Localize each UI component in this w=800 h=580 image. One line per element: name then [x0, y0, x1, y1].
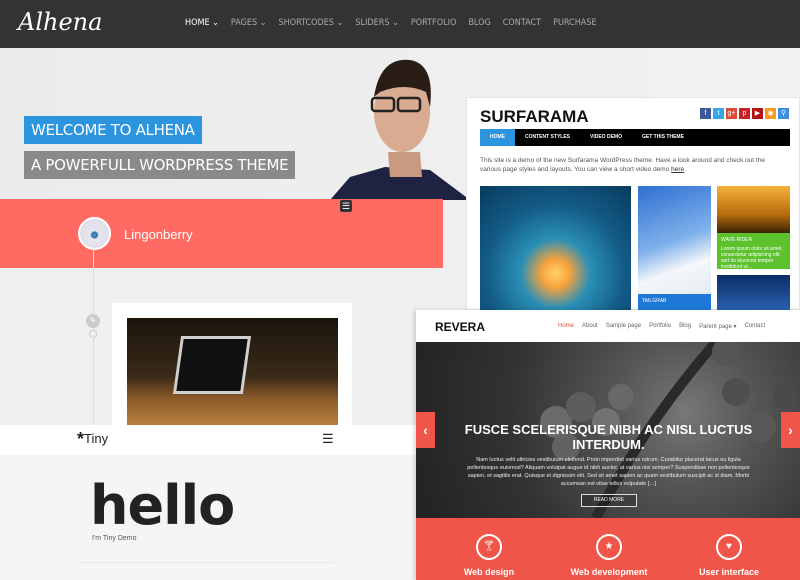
- wave-rider-title: WAVE RIDER: [721, 237, 753, 243]
- hamburger-icon[interactable]: ☰: [322, 431, 334, 447]
- nav-blog[interactable]: BLOG: [468, 18, 490, 28]
- tailgrab-caption[interactable]: TAILGRAB: [638, 294, 711, 311]
- surfarama-preview[interactable]: SURFARAMA f t g+ p ▶ ◉ ⚲ HOME CONTENT ST…: [466, 97, 800, 311]
- skater-image[interactable]: [717, 275, 790, 311]
- hero-person-image: [330, 59, 470, 200]
- welcome-banner: WELCOME TO ALHENA: [24, 116, 202, 144]
- nav-pages[interactable]: PAGES ⌄: [231, 18, 267, 28]
- surf-nav-content-styles[interactable]: CONTENT STYLES: [515, 129, 580, 146]
- slide-text: Nam luctus velit ultricies vestibulum el…: [467, 457, 750, 487]
- intro-text: This site is a demo of the new Surfarama…: [480, 157, 765, 173]
- tiny-logo-text: Tiny: [84, 431, 109, 446]
- menu-icon[interactable]: ☰: [340, 200, 352, 212]
- revera-nav-home[interactable]: Home: [558, 323, 574, 330]
- facebook-icon[interactable]: f: [700, 108, 711, 119]
- lingonberry-header: [0, 199, 443, 268]
- read-more-button[interactable]: READ MORE: [581, 494, 637, 507]
- star-icon: ★: [596, 534, 622, 560]
- revera-nav-contact[interactable]: Contact: [744, 323, 765, 330]
- search-icon[interactable]: ⚲: [778, 108, 789, 119]
- feature-label: User interface: [698, 567, 760, 577]
- revera-preview[interactable]: REVERA Home About Sample page Portfolio …: [416, 310, 800, 580]
- revera-nav-portfolio[interactable]: Portfolio: [649, 323, 671, 330]
- lingonberry-title[interactable]: Lingonberry: [124, 227, 193, 242]
- revera-nav-blog[interactable]: Blog: [679, 323, 691, 330]
- revera-slider: ‹ › FUSCE SCELERISQUE NIBH AC NISL LUCTU…: [416, 342, 800, 518]
- laptop-image[interactable]: [127, 318, 338, 425]
- feature-user-interface[interactable]: ♥ User interface: [674, 534, 784, 577]
- feature-label: Web design: [463, 567, 515, 577]
- feature-label: Web development: [570, 567, 648, 577]
- wave-rider-text: Lorem ipsum dolor sit amet, consectetur …: [721, 246, 783, 270]
- alhena-nav: HOME ⌄ PAGES ⌄ SHORTCODES ⌄ SLIDERS ⌄ PO…: [185, 18, 597, 28]
- surfarama-title: SURFARAMA: [480, 107, 589, 126]
- feature-web-development[interactable]: ★ Web development: [554, 534, 664, 577]
- pinterest-icon[interactable]: p: [739, 108, 750, 119]
- avatar[interactable]: [78, 217, 111, 250]
- nav-home[interactable]: HOME ⌄: [185, 18, 219, 28]
- twitter-icon[interactable]: t: [713, 108, 724, 119]
- surf-nav-home[interactable]: HOME: [480, 129, 515, 146]
- nav-purchase[interactable]: PURCHASE: [553, 18, 597, 28]
- tiny-header: [0, 425, 416, 455]
- social-icons: f t g+ p ▶ ◉ ⚲: [700, 108, 789, 119]
- google-plus-icon[interactable]: g+: [726, 108, 737, 119]
- nav-contact[interactable]: CONTACT: [503, 18, 541, 28]
- youtube-icon[interactable]: ▶: [752, 108, 763, 119]
- heart-icon: ♥: [716, 534, 742, 560]
- nav-shortcodes[interactable]: SHORTCODES ⌄: [279, 18, 344, 28]
- revera-nav-about[interactable]: About: [582, 323, 598, 330]
- intro-link[interactable]: here: [671, 166, 684, 173]
- laptop-screen: [172, 336, 252, 394]
- timeline-dot: [89, 330, 97, 338]
- surfarama-intro: This site is a demo of the new Surfarama…: [480, 157, 765, 173]
- cocktail-icon: 🍸︎: [476, 534, 502, 560]
- nav-portfolio[interactable]: PORTFOLIO: [411, 18, 456, 28]
- revera-nav: Home About Sample page Portfolio Blog Pa…: [558, 323, 765, 330]
- slide-title: FUSCE SCELERISQUE NIBH AC NISL LUCTUS IN…: [464, 422, 753, 452]
- revera-nav-sample-page[interactable]: Sample page: [606, 323, 641, 330]
- snowboard-image[interactable]: [638, 186, 711, 311]
- tiny-heading: hello: [90, 474, 235, 537]
- surfarama-nav: HOME CONTENT STYLES VIDEO DEMO GET THIS …: [480, 129, 790, 146]
- wave-rider-caption[interactable]: WAVE RIDER Lorem ipsum dolor sit amet, co…: [717, 233, 790, 270]
- tagline-banner: A POWERFULL WORDPRESS THEME: [24, 151, 296, 179]
- pencil-icon: ✎: [86, 314, 100, 328]
- asterisk-icon: *: [77, 429, 85, 449]
- tiny-logo[interactable]: *Tiny: [77, 429, 108, 450]
- slider-next-button[interactable]: ›: [781, 412, 800, 448]
- wave-rider-image[interactable]: [717, 186, 790, 233]
- divider: [77, 562, 333, 563]
- features-band: 🍸︎ Web design ★ Web development ♥ User inte…: [416, 518, 800, 580]
- wave-image[interactable]: [480, 186, 631, 311]
- tiny-subtitle: I'm Tiny Demo: [92, 535, 137, 542]
- feature-web-design[interactable]: 🍸︎ Web design: [434, 534, 544, 577]
- revera-nav-parent-page[interactable]: Parent page ▾: [699, 323, 736, 330]
- surf-nav-video-demo[interactable]: VIDEO DEMO: [580, 129, 632, 146]
- revera-logo[interactable]: REVERA: [435, 320, 485, 334]
- alhena-logo[interactable]: Alhena: [18, 8, 102, 36]
- surf-nav-get-theme[interactable]: GET THIS THEME: [632, 129, 694, 146]
- nav-sliders[interactable]: SLIDERS ⌄: [355, 18, 399, 28]
- slider-prev-button[interactable]: ‹: [416, 412, 435, 448]
- rss-icon[interactable]: ◉: [765, 108, 776, 119]
